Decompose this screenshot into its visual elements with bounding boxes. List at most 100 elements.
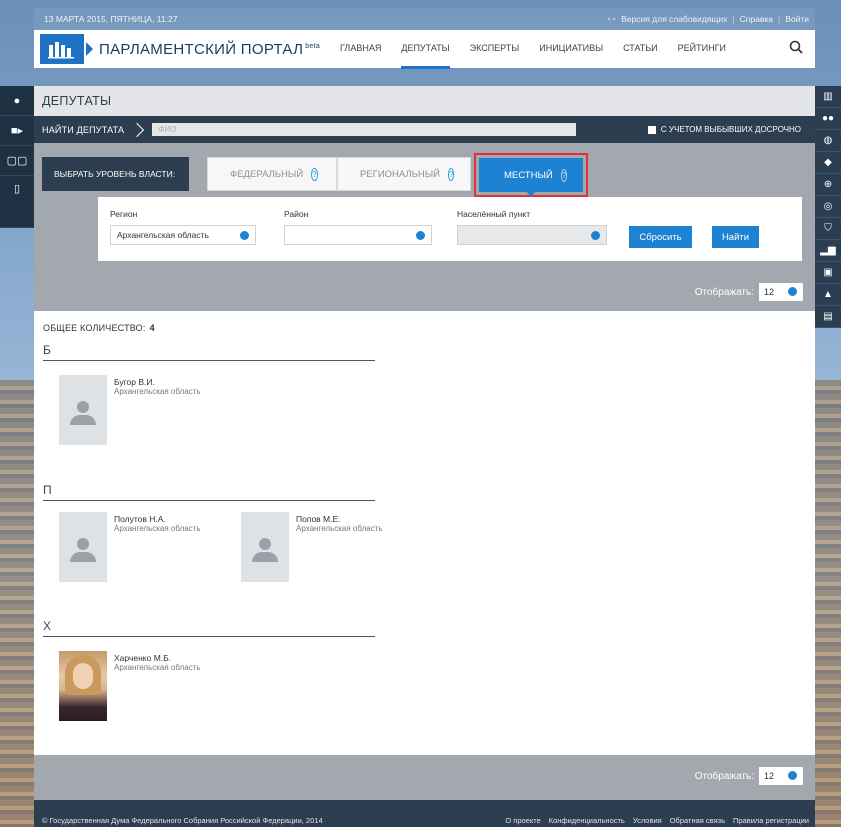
tab-regional[interactable]: РЕГИОНАЛЬНЫЙ ? bbox=[337, 157, 471, 191]
chevron-right-icon bbox=[130, 122, 145, 137]
footer: © Государственная Дума Федерального Собр… bbox=[34, 800, 815, 827]
group-divider bbox=[43, 360, 375, 361]
avatar[interactable] bbox=[241, 512, 289, 582]
help-icon[interactable]: ? bbox=[448, 167, 455, 181]
dropdown-icon[interactable] bbox=[788, 287, 797, 296]
per-page-select[interactable]: 12 bbox=[759, 283, 803, 301]
help-icon[interactable]: ? bbox=[311, 167, 318, 181]
locality-select[interactable] bbox=[457, 225, 607, 245]
per-page-value: 12 bbox=[764, 771, 775, 781]
main-panel: ДЕПУТАТЫ НАЙТИ ДЕПУТАТА ФИО С УЧЕТОМ ВЫБ… bbox=[34, 86, 815, 827]
find-button[interactable]: Найти bbox=[712, 226, 759, 248]
accessibility-link[interactable]: Версия для слабовидящих bbox=[621, 14, 727, 24]
footer-link-feedback[interactable]: Обратная связь bbox=[670, 816, 725, 825]
avatar[interactable] bbox=[59, 512, 107, 582]
portal-title[interactable]: ПАРЛАМЕНТСКИЙ ПОРТАЛ beta bbox=[99, 41, 320, 58]
level-label: ВЫБРАТЬ УРОВЕНЬ ВЛАСТИ: bbox=[42, 157, 189, 191]
deputy-card[interactable]: Попов М.Е. Архангельская область bbox=[241, 512, 421, 584]
bottom-paging-bar: Отображать: 12 bbox=[34, 755, 815, 800]
target-icon[interactable]: ◎ bbox=[815, 196, 841, 218]
top-bar: 13 МАРТА 2015, ПЯТНИЦА, 11:27 ◔◔ Версия … bbox=[34, 8, 815, 30]
camera-icon[interactable]: ■▸ bbox=[0, 116, 34, 146]
deputy-card[interactable]: Бугор В.И. Архангельская область bbox=[59, 375, 239, 447]
region-value: Архангельская область bbox=[117, 230, 209, 240]
group-letter: П bbox=[43, 483, 52, 497]
tab-federal[interactable]: ФЕДЕРАЛЬНЫЙ ? bbox=[207, 157, 337, 191]
phone-icon[interactable]: ▯ bbox=[0, 176, 34, 228]
menu-item-ratings[interactable]: РЕЙТИНГИ bbox=[678, 30, 726, 69]
comment-icon[interactable]: ▤ bbox=[815, 306, 841, 328]
menu-item-experts[interactable]: ЭКСПЕРТЫ bbox=[470, 30, 520, 69]
total-label: ОБЩЕЕ КОЛИЧЕСТВО: bbox=[43, 323, 146, 333]
shield-icon[interactable]: ⛉ bbox=[815, 218, 841, 240]
retired-checkbox[interactable]: С УЧЕТОМ ВЫБЫВШИХ ДОСРОЧНО bbox=[647, 125, 801, 134]
footer-link-privacy[interactable]: Конфиденциальность bbox=[549, 816, 625, 825]
group-divider bbox=[43, 500, 375, 501]
deputy-region: Архангельская область bbox=[114, 387, 201, 396]
tab-local[interactable]: МЕСТНЫЙ ? bbox=[479, 158, 583, 197]
fio-input[interactable]: ФИО bbox=[152, 123, 577, 136]
group-letter: Б bbox=[43, 343, 51, 357]
logo-icon[interactable] bbox=[40, 34, 84, 64]
region-filter: Регион Архангельская область bbox=[110, 209, 256, 245]
region-select[interactable]: Архангельская область bbox=[110, 225, 256, 245]
page-title: ДЕПУТАТЫ bbox=[34, 86, 815, 116]
search-icon[interactable] bbox=[789, 40, 803, 58]
group-letter: Х bbox=[43, 619, 52, 633]
separator: | bbox=[732, 14, 735, 24]
menu: ГЛАВНАЯ ДЕПУТАТЫ ЭКСПЕРТЫ ИНИЦИАТИВЫ СТА… bbox=[340, 30, 726, 69]
menu-item-articles[interactable]: СТАТЬИ bbox=[623, 30, 658, 69]
building-icon[interactable]: ▥ bbox=[815, 86, 841, 108]
chart-icon[interactable]: ▂▆ bbox=[815, 240, 841, 262]
filter-box: Регион Архангельская область Район Насел… bbox=[98, 197, 802, 261]
help-icon[interactable]: ? bbox=[560, 168, 568, 182]
menu-item-deputies[interactable]: ДЕПУТАТЫ bbox=[401, 30, 450, 69]
briefcase-icon[interactable]: ▣ bbox=[815, 262, 841, 284]
deputy-name[interactable]: Харченко М.Б. bbox=[114, 653, 171, 663]
tree-icon[interactable]: ▲ bbox=[815, 284, 841, 306]
locality-filter: Населённый пункт bbox=[457, 209, 607, 245]
district-select[interactable] bbox=[284, 225, 432, 245]
tag-icon[interactable]: ◆ bbox=[815, 152, 841, 174]
dropdown-icon[interactable] bbox=[788, 771, 797, 780]
globe-icon[interactable]: ⊕ bbox=[815, 174, 841, 196]
dropdown-icon[interactable] bbox=[591, 231, 600, 240]
checkbox-box[interactable] bbox=[647, 125, 656, 134]
deputy-card[interactable]: Харченко М.Б. Архангельская область bbox=[59, 651, 239, 723]
footer-link-rules[interactable]: Правила регистрации bbox=[733, 816, 809, 825]
login-link[interactable]: Войти bbox=[785, 14, 809, 24]
group-icon[interactable]: ●● bbox=[815, 108, 841, 130]
total-count: ОБЩЕЕ КОЛИЧЕСТВО: 4 bbox=[43, 323, 155, 333]
retired-checkbox-label: С УЧЕТОМ ВЫБЫВШИХ ДОСРОЧНО bbox=[660, 125, 801, 134]
tab-federal-label: ФЕДЕРАЛЬНЫЙ bbox=[230, 168, 304, 180]
level-tabs: ФЕДЕРАЛЬНЫЙ ? РЕГИОНАЛЬНЫЙ ? МЕСТНЫЙ ? bbox=[207, 153, 588, 197]
dropdown-icon[interactable] bbox=[416, 231, 425, 240]
copyright: © Государственная Дума Федерального Собр… bbox=[42, 816, 323, 825]
avatar[interactable] bbox=[59, 375, 107, 445]
deputy-name[interactable]: Полутов Н.А. bbox=[114, 514, 166, 524]
pin-icon[interactable]: ◍ bbox=[815, 130, 841, 152]
right-sidebar: ▥ ●● ◍ ◆ ⊕ ◎ ⛉ ▂▆ ▣ ▲ ▤ bbox=[815, 86, 841, 328]
tab-local-label: МЕСТНЫЙ bbox=[504, 169, 553, 181]
menu-item-home[interactable]: ГЛАВНАЯ bbox=[340, 30, 381, 69]
per-page-select[interactable]: 12 bbox=[759, 767, 803, 785]
beta-badge: beta bbox=[305, 42, 321, 50]
deputy-name[interactable]: Бугор В.И. bbox=[114, 377, 155, 387]
level-row: ВЫБРАТЬ УРОВЕНЬ ВЛАСТИ: ФЕДЕРАЛЬНЫЙ ? РЕ… bbox=[42, 153, 588, 197]
book-icon[interactable]: ▢▢ bbox=[0, 146, 34, 176]
avatar[interactable] bbox=[59, 651, 107, 721]
reset-button[interactable]: Сбросить bbox=[629, 226, 692, 248]
person-icon[interactable]: ● bbox=[0, 86, 34, 116]
deputy-region: Архангельская область bbox=[114, 663, 201, 672]
help-link[interactable]: Справка bbox=[740, 14, 773, 24]
deputy-card[interactable]: Полутов Н.А. Архангельская область bbox=[59, 512, 239, 584]
menu-item-initiatives[interactable]: ИНИЦИАТИВЫ bbox=[539, 30, 603, 69]
per-page-bottom: Отображать: 12 bbox=[695, 767, 803, 785]
footer-link-about[interactable]: О проекте bbox=[505, 816, 540, 825]
background-city-left bbox=[0, 380, 34, 827]
deputy-name[interactable]: Попов М.Е. bbox=[296, 514, 341, 524]
total-value: 4 bbox=[149, 323, 155, 333]
footer-link-terms[interactable]: Условия bbox=[633, 816, 662, 825]
main-navigation: ПАРЛАМЕНТСКИЙ ПОРТАЛ beta ГЛАВНАЯ ДЕПУТАТ… bbox=[34, 30, 815, 69]
dropdown-icon[interactable] bbox=[240, 231, 249, 240]
